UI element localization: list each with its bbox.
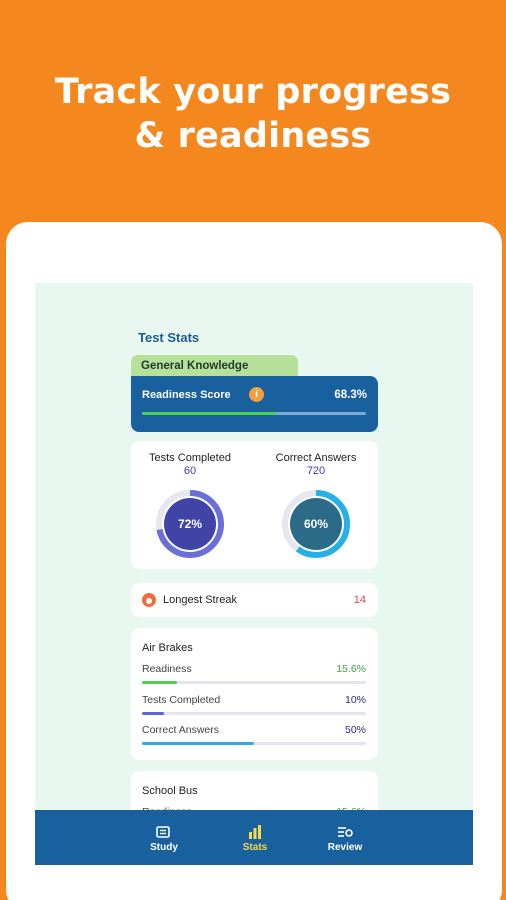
row-label: Correct Answers [142, 724, 220, 736]
tab-study-label: Study [150, 842, 178, 853]
readiness-score-card: Readiness Score i 68.3% [131, 376, 378, 432]
info-icon[interactable]: i [249, 387, 264, 402]
headline-line-2: & readiness [134, 116, 372, 156]
progress-track [142, 742, 366, 745]
review-icon [338, 827, 353, 837]
longest-streak-card: Longest Streak 14 [131, 583, 378, 617]
row-value: 15.6% [336, 663, 366, 675]
correct-answers-stat: Correct Answers 720 [261, 452, 371, 477]
tests-completed-donut: 72% [155, 489, 225, 559]
page-title: Test Stats [138, 330, 200, 345]
readiness-progress-track [142, 412, 366, 415]
tab-stats[interactable]: Stats [225, 825, 285, 853]
correct-answers-value: 720 [306, 465, 326, 477]
row-label: Readiness [142, 663, 192, 675]
fire-icon [142, 593, 156, 607]
tests-completed-percent: 72% [177, 517, 203, 531]
readiness-score-value: 68.3% [334, 389, 367, 401]
longest-streak-value: 14 [353, 594, 366, 606]
topic-title: School Bus [142, 785, 198, 797]
topic-title: Air Brakes [142, 642, 193, 654]
readiness-score-label: Readiness Score [142, 389, 231, 401]
tab-review[interactable]: Review [315, 825, 375, 853]
headline: Track your progress & readiness [0, 70, 506, 158]
tests-completed-value: 60 [183, 465, 197, 477]
stats-icon [249, 825, 261, 839]
bottom-tab-bar: Study Stats Review [35, 810, 473, 865]
progress-fill [142, 681, 177, 684]
tests-completed-stat: Tests Completed 60 [135, 452, 245, 477]
progress-track [142, 712, 366, 715]
row-value: 50% [344, 724, 366, 736]
row-value: 10% [344, 694, 366, 706]
tab-study[interactable]: Study [134, 825, 194, 853]
progress-track [142, 681, 366, 684]
progress-fill [142, 742, 254, 745]
stats-card: Tests Completed 60 72% Correct Answers 7… [131, 441, 378, 569]
tab-review-label: Review [327, 842, 363, 853]
correct-answers-donut: 60% [281, 489, 351, 559]
correct-answers-percent: 60% [303, 517, 329, 531]
correct-answers-label: Correct Answers [275, 452, 357, 464]
progress-fill [142, 712, 165, 715]
tab-stats-label: Stats [242, 842, 268, 853]
longest-streak-label: Longest Streak [163, 594, 237, 606]
row-label: Tests Completed [142, 694, 221, 706]
study-icon [156, 826, 170, 838]
readiness-progress-fill [142, 412, 277, 415]
app-screen: Test Stats General Knowledge Readiness S… [35, 283, 473, 865]
tests-completed-label: Tests Completed [149, 452, 231, 464]
topic-card-air-brakes[interactable]: Air Brakes Readiness 15.6% Tests Complet… [131, 628, 378, 760]
headline-line-1: Track your progress [54, 72, 452, 112]
